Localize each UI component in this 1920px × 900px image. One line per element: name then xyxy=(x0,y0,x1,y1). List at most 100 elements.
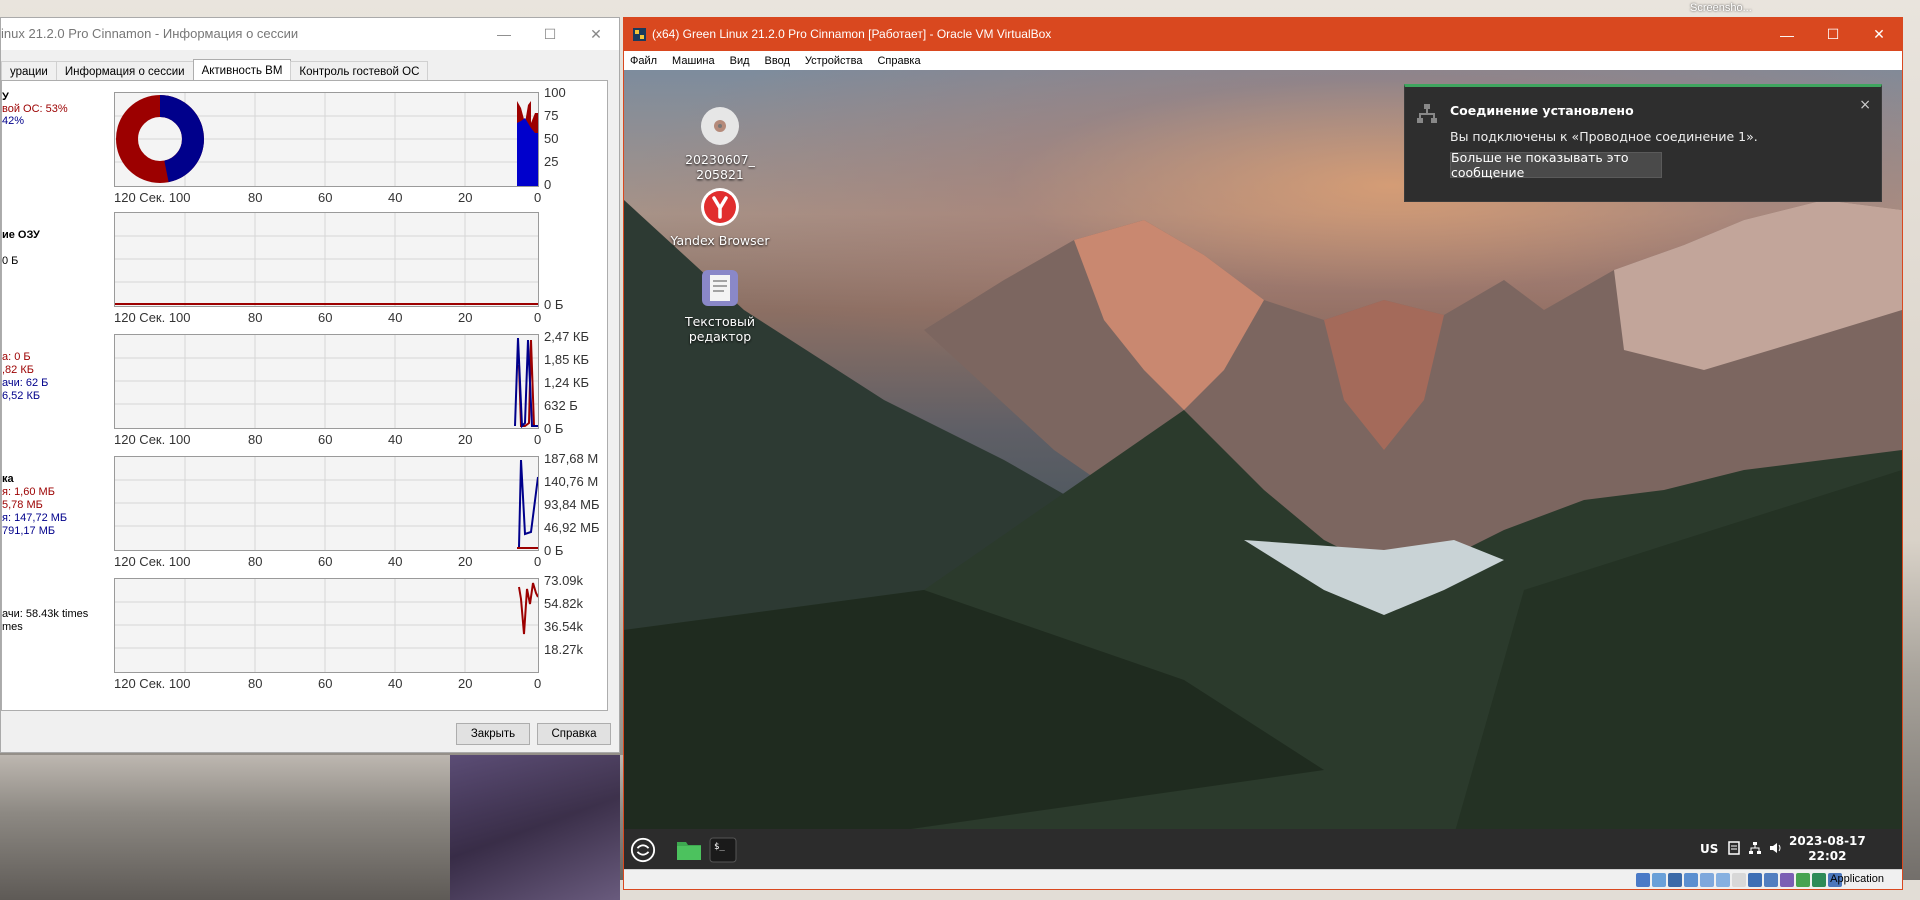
terminal-icon[interactable]: $_ xyxy=(709,837,737,863)
menu-view[interactable]: Вид xyxy=(730,55,750,67)
net-received-total: ,82 КБ xyxy=(2,364,34,376)
virtualbox-titlebar[interactable]: (x64) Green Linux 21.2.0 Pro Cinnamon [Р… xyxy=(624,18,1902,51)
vt-x-icon[interactable] xyxy=(1764,873,1778,887)
x-tick: 0 xyxy=(534,676,542,691)
close-icon: ✕ xyxy=(1873,26,1885,42)
display-icon[interactable] xyxy=(1732,873,1746,887)
disk-read-total: 5,78 МБ xyxy=(2,499,43,511)
network-wired-icon xyxy=(1417,104,1437,123)
network-icon[interactable] xyxy=(1684,873,1698,887)
cpu-chart xyxy=(114,92,539,187)
ram-value: 0 Б xyxy=(2,255,19,267)
vbox-minimize-button[interactable]: — xyxy=(1764,18,1810,51)
host-wallpaper-figure xyxy=(450,755,620,900)
optical-drive-icon[interactable] xyxy=(1652,873,1666,887)
mouse-integration-icon[interactable] xyxy=(1780,873,1794,887)
notification-body: Вы подключены к «Проводное соединение 1»… xyxy=(1450,129,1758,144)
volume-icon[interactable] xyxy=(1769,841,1783,855)
x-tick: 40 xyxy=(388,190,403,205)
minimize-button[interactable]: — xyxy=(481,18,527,50)
desktop-icon-text-editor[interactable]: Текстовый редактор xyxy=(665,268,775,344)
start-menu-icon[interactable] xyxy=(629,837,657,863)
tab-session-info[interactable]: Информация о сессии xyxy=(55,61,194,81)
x-tick: 60 xyxy=(318,554,333,569)
net-ytick: 632 Б xyxy=(544,398,578,413)
disk-write-total: 791,17 МБ xyxy=(2,525,56,537)
hdd-icon[interactable] xyxy=(1636,873,1650,887)
vbox-close-button[interactable]: ✕ xyxy=(1856,18,1902,51)
tab-guest-control[interactable]: Контроль гостевой ОС xyxy=(290,61,429,81)
menu-machine[interactable]: Машина xyxy=(672,55,715,67)
host-key-icon[interactable] xyxy=(1812,873,1826,887)
disk-chart xyxy=(114,456,539,551)
close-button[interactable]: ✕ xyxy=(573,18,619,50)
audio-icon[interactable] xyxy=(1668,873,1682,887)
ram-heading: ие ОЗУ xyxy=(2,229,40,241)
network-tray-icon[interactable] xyxy=(1748,841,1762,855)
tab-vm-activity[interactable]: Активность ВМ xyxy=(192,59,292,81)
x-tick: 120 Сек. 100 xyxy=(114,190,191,205)
clipboard-icon[interactable] xyxy=(1727,841,1741,855)
keyboard-layout-indicator[interactable]: US xyxy=(1700,842,1718,856)
session-info-title: inux 21.2.0 Pro Cinnamon - Информация о … xyxy=(1,26,299,41)
desktop-icon-label: Yandex Browser xyxy=(670,233,770,248)
x-tick: 120 Сек. 100 xyxy=(114,310,191,325)
host-desktop-file-label[interactable]: Screensho... xyxy=(1690,2,1752,14)
guest-taskbar: $_ US 2023-08-17 22:02 xyxy=(624,829,1902,870)
net-tx-line xyxy=(514,337,538,428)
vmexit-ytick: 73.09k xyxy=(544,573,584,588)
x-tick: 60 xyxy=(318,310,333,325)
x-tick: 120 Сек. 100 xyxy=(114,676,191,691)
net-transmitted-total: 6,52 КБ xyxy=(2,390,41,402)
usb-icon[interactable] xyxy=(1700,873,1714,887)
disk-ytick: 187,68 М xyxy=(544,451,599,466)
x-tick: 0 xyxy=(534,554,542,569)
help-button[interactable]: Справка xyxy=(537,723,611,745)
net-transmit-rate: ачи: 62 Б xyxy=(2,377,49,389)
file-manager-icon[interactable] xyxy=(675,837,703,863)
dont-show-again-button[interactable]: Больше не показывать это сообщение xyxy=(1450,150,1662,180)
session-tabs: урации Информация о сессии Активность ВМ… xyxy=(1,59,429,81)
close-dialog-button[interactable]: Закрыть xyxy=(456,723,530,745)
ram-chart-svg xyxy=(115,213,538,306)
desktop-icon-yandex[interactable]: Yandex Browser xyxy=(665,187,775,248)
notification-close-button[interactable]: × xyxy=(1859,97,1871,113)
vmexit-ytick: 18.27k xyxy=(544,642,584,657)
x-tick: 0 xyxy=(534,310,542,325)
x-tick: 40 xyxy=(388,432,403,447)
vmexit-rate: mes xyxy=(2,621,23,633)
disc-icon xyxy=(701,107,739,145)
session-info-titlebar[interactable]: inux 21.2.0 Pro Cinnamon - Информация о … xyxy=(1,18,619,50)
x-tick: 0 xyxy=(534,190,542,205)
x-tick: 80 xyxy=(248,190,263,205)
x-tick: 120 Сек. 100 xyxy=(114,554,191,569)
x-tick: 60 xyxy=(318,190,333,205)
disk-chart-svg xyxy=(115,457,538,550)
maximize-button[interactable]: ☐ xyxy=(527,18,573,50)
vm-activity-panel: У вой ОС: 53% 42% 100 75 50 25 0 120 Сек… xyxy=(1,80,608,711)
x-tick: 20 xyxy=(458,432,473,447)
cpu-ytick: 75 xyxy=(544,108,559,123)
x-tick: 60 xyxy=(318,676,333,691)
network-chart-svg xyxy=(115,335,538,428)
notification-title: Соединение установлено xyxy=(1450,103,1634,118)
network-notification[interactable]: Соединение установлено Вы подключены к «… xyxy=(1404,84,1882,202)
menu-input[interactable]: Ввод xyxy=(765,55,790,67)
keyboard-capture-icon[interactable] xyxy=(1796,873,1810,887)
guest-screen[interactable]: 20230607_ 205821 Yandex Browser Текстовы… xyxy=(624,70,1902,870)
net-ytick: 0 Б xyxy=(544,421,564,436)
vbox-maximize-button[interactable]: ☐ xyxy=(1810,18,1856,51)
tab-configuration[interactable]: урации xyxy=(1,61,57,81)
menu-devices[interactable]: Устройства xyxy=(805,55,863,67)
shared-folders-icon[interactable] xyxy=(1716,873,1730,887)
cpu-ytick: 100 xyxy=(544,85,566,100)
vbox-menubar: Файл Машина Вид Ввод Устройства Справка xyxy=(624,51,1902,70)
desktop-icon-screenshot[interactable]: 20230607_ 205821 xyxy=(665,106,775,182)
vbox-status-icons xyxy=(1636,873,1842,887)
menu-file[interactable]: Файл xyxy=(630,55,657,67)
x-tick: 20 xyxy=(458,190,473,205)
menu-help[interactable]: Справка xyxy=(877,55,920,67)
video-capture-icon[interactable] xyxy=(1748,873,1762,887)
clock[interactable]: 2023-08-17 22:02 xyxy=(1789,834,1866,864)
maximize-icon: ☐ xyxy=(543,25,557,42)
